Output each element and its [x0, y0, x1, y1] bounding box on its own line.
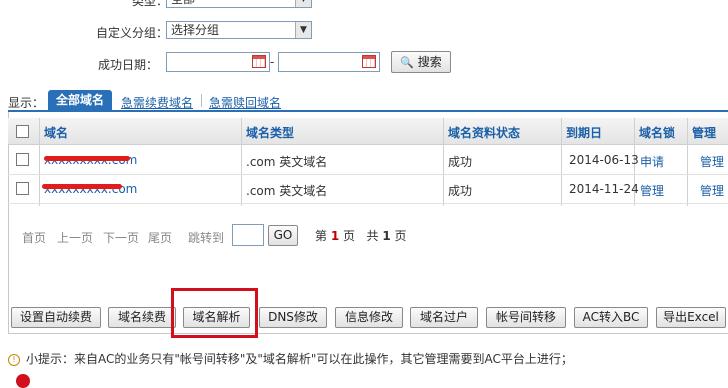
group-select-value: 选择分组 — [171, 23, 220, 37]
table-row: xxxxxxxxx.com .com 英文域名 成功 2014-11-24 管理… — [8, 174, 728, 204]
page-current: 1 — [330, 229, 340, 243]
red-circle-icon — [16, 374, 30, 388]
search-button[interactable]: 🔍 搜索 — [391, 51, 451, 73]
domain-expires: 2014-06-13 — [569, 153, 639, 167]
calendar-icon[interactable] — [362, 55, 376, 68]
tab-renewal-due[interactable]: 急需续费域名 — [121, 94, 193, 111]
redaction-mark — [44, 156, 130, 161]
group-label: 自定义分组： — [95, 26, 168, 40]
pagination-next[interactable]: 下一页 — [103, 229, 139, 246]
ac-to-bc-button[interactable]: AC转入BC — [574, 307, 648, 328]
tab-all-domains[interactable]: 全部域名 — [48, 90, 112, 111]
total-pages: 1 — [382, 229, 391, 243]
lock-manage-link[interactable]: 管理 — [640, 182, 664, 199]
pagination-jump-label: 跳转到 — [188, 231, 225, 245]
highlight-box — [171, 288, 258, 338]
date-end-input[interactable] — [278, 52, 380, 72]
auto-renew-button[interactable]: 设置自动续费 — [11, 307, 101, 328]
page-indicator: 第 1 页 共 1 页 — [315, 227, 407, 244]
page-suffix: 页 — [343, 229, 356, 243]
info-modify-button[interactable]: 信息修改 — [335, 307, 403, 328]
type-select[interactable]: 全部 ▼ — [166, 0, 312, 8]
domain-type: .com 英文域名 — [246, 155, 328, 169]
export-excel-button[interactable]: 导出Excel — [656, 307, 726, 328]
manage-link[interactable]: 管理 — [700, 182, 724, 199]
tip-text: ! 小提示：来自AC的业务只有"帐号间转移"及"域名解析"可以在此操作，其它管理需… — [8, 350, 573, 367]
pagination-last[interactable]: 尾页 — [148, 229, 172, 246]
total-prefix: 共 — [366, 229, 379, 243]
domain-expires: 2014-11-24 — [569, 182, 639, 196]
dns-modify-button[interactable]: DNS修改 — [259, 307, 327, 328]
transfer-owner-button[interactable]: 域名过户 — [410, 307, 478, 328]
page-prefix: 第 — [315, 229, 328, 243]
display-label: 显示： — [8, 96, 45, 110]
chevron-down-icon: ▼ — [295, 0, 311, 7]
account-transfer-button[interactable]: 帐号间转移 — [486, 307, 566, 328]
header-status[interactable]: 域名资料状态 — [448, 124, 520, 141]
header-domain-type[interactable]: 域名类型 — [246, 124, 294, 141]
page-jump-input[interactable] — [232, 224, 264, 246]
date-separator: - — [270, 55, 275, 69]
header-domain[interactable]: 域名 — [44, 124, 68, 141]
row-checkbox[interactable] — [16, 182, 29, 195]
total-suffix: 页 — [394, 229, 407, 243]
renew-button[interactable]: 域名续费 — [108, 307, 176, 328]
info-icon: ! — [8, 354, 20, 366]
domain-status: 成功 — [448, 184, 473, 198]
tab-divider — [201, 94, 202, 107]
go-button[interactable]: GO — [268, 225, 298, 246]
row-checkbox[interactable] — [16, 153, 29, 166]
calendar-icon[interactable] — [252, 55, 266, 68]
redaction-mark — [42, 184, 122, 189]
search-button-label: 搜索 — [417, 55, 442, 69]
type-select-value: 全部 — [171, 0, 195, 6]
select-all-checkbox[interactable] — [16, 125, 29, 138]
header-lock[interactable]: 域名锁 — [639, 124, 675, 141]
date-label: 成功日期： — [97, 58, 158, 72]
search-icon: 🔍 — [400, 56, 414, 69]
tab-redemption-due[interactable]: 急需赎回域名 — [209, 94, 281, 111]
manage-link[interactable]: 管理 — [700, 153, 724, 170]
tip-content: 小提示：来自AC的业务只有"帐号间转移"及"域名解析"可以在此操作，其它管理需要… — [26, 352, 573, 366]
header-expires[interactable]: 到期日 — [566, 124, 602, 141]
domain-type: .com 英文域名 — [246, 184, 328, 198]
chevron-down-icon: ▼ — [295, 22, 311, 38]
table-header: 域名 域名类型 域名资料状态 到期日 域名锁 管理 — [8, 118, 728, 145]
table-row: xxxxxxxxx.com .com 英文域名 成功 2014-06-13 申请… — [8, 145, 728, 175]
type-label: 类型： — [131, 0, 168, 8]
group-select[interactable]: 选择分组 ▼ — [166, 21, 312, 39]
pagination-first[interactable]: 首页 — [22, 229, 46, 246]
lock-apply-link[interactable]: 申请 — [640, 153, 664, 170]
pagination-prev[interactable]: 上一页 — [57, 229, 93, 246]
date-start-input[interactable] — [166, 52, 270, 72]
domain-status: 成功 — [448, 155, 473, 169]
header-manage[interactable]: 管理 — [692, 124, 716, 141]
